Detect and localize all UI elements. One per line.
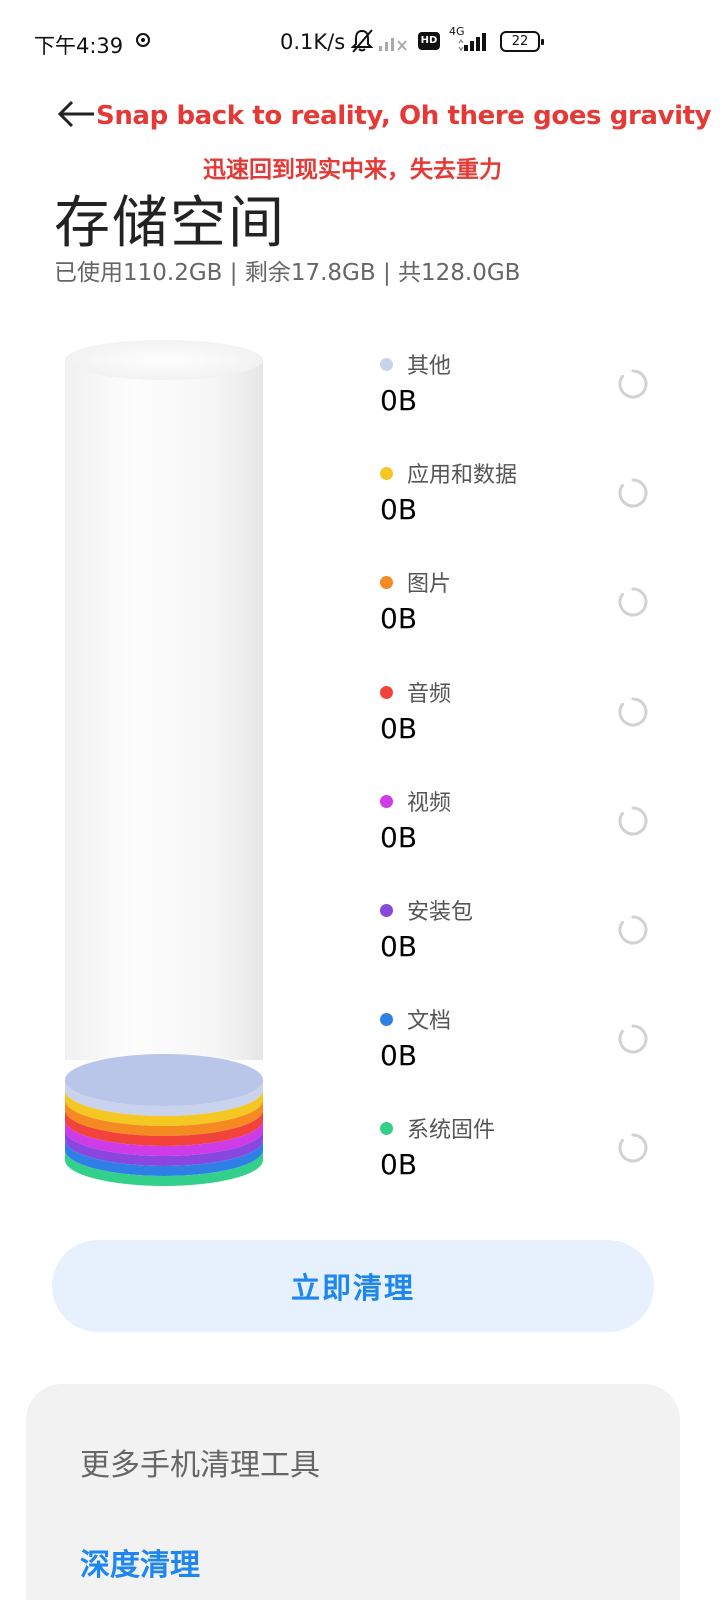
hd-icon: HD	[418, 32, 440, 50]
category-size: 0B	[380, 1148, 418, 1182]
loading-spinner-icon	[618, 369, 648, 399]
category-item[interactable]: 应用和数据 0B	[380, 455, 670, 564]
deep-clean-link[interactable]: 深度清理	[80, 1540, 200, 1584]
battery-icon: 22	[500, 31, 544, 52]
category-size: 0B	[380, 711, 418, 745]
category-size: 0B	[380, 1039, 418, 1073]
tools-card-title: 更多手机清理工具	[80, 1448, 320, 1483]
category-color-dot	[380, 358, 393, 371]
category-color-dot	[380, 576, 393, 590]
category-color-dot	[380, 903, 393, 917]
category-item[interactable]: 其他 0B	[380, 346, 670, 455]
category-label: 其他	[407, 354, 452, 379]
signal-4g-icon	[458, 33, 486, 52]
category-item[interactable]: 图片 0B	[380, 564, 670, 673]
loading-spinner-icon	[618, 478, 648, 508]
clean-now-button[interactable]: 立即清理	[52, 1240, 654, 1332]
arrow-left-icon[interactable]	[56, 96, 96, 132]
category-label: 视频	[407, 790, 452, 816]
category-item[interactable]: 文档 0B	[380, 1001, 670, 1110]
storage-summary: 已使用110.2GB | 剩余17.8GB | 共128.0GB	[54, 260, 521, 286]
cylinder-tube	[65, 360, 263, 1060]
network-speed: 0.1K/s	[280, 30, 346, 54]
category-color-dot	[380, 1122, 393, 1136]
category-label: 图片	[407, 572, 452, 598]
loading-spinner-icon	[618, 1133, 648, 1163]
category-item[interactable]: 安装包 0B	[380, 892, 670, 1001]
category-size: 0B	[380, 493, 418, 527]
category-label: 音频	[407, 681, 452, 707]
annotation-english: Snap back to reality, Oh there goes grav…	[96, 101, 712, 131]
loading-spinner-icon	[618, 587, 648, 617]
bell-muted-icon	[350, 29, 374, 53]
status-time: 下午4:39	[34, 34, 124, 58]
category-label: 文档	[407, 1009, 452, 1035]
app-notification-icon	[136, 33, 150, 47]
signal-x-icon	[379, 38, 407, 51]
category-color-dot	[380, 794, 393, 808]
category-size: 0B	[380, 602, 418, 636]
tools-card: 更多手机清理工具 深度清理	[26, 1384, 680, 1600]
category-color-dot	[380, 467, 393, 481]
loading-spinner-icon	[618, 697, 648, 727]
category-list: 其他 0B 应用和数据 0B 图片 0B 音频 0B 视频 0B 安装包 0B 文档 0B 系统固件 0B	[380, 346, 670, 1220]
loading-spinner-icon	[618, 915, 648, 945]
category-size: 0B	[380, 820, 418, 854]
category-label: 系统固件	[407, 1118, 496, 1144]
category-color-dot	[380, 685, 393, 699]
cylinder-stack-top	[65, 1054, 263, 1106]
category-size: 0B	[380, 929, 418, 963]
category-label: 应用和数据	[407, 463, 518, 489]
category-size: 0B	[380, 384, 418, 417]
category-item[interactable]: 视频 0B	[380, 783, 670, 892]
category-item[interactable]: 音频 0B	[380, 674, 670, 783]
status-bar: 下午4:39 0.1K/s HD 4G 22	[0, 0, 720, 84]
cylinder-top	[65, 340, 263, 380]
page-title: 存储空间	[54, 191, 286, 256]
category-color-dot	[380, 1013, 393, 1027]
storage-cylinder	[65, 340, 263, 1186]
category-item[interactable]: 系统固件 0B	[380, 1110, 670, 1219]
loading-spinner-icon	[618, 1024, 648, 1054]
cylinder-stack	[65, 1054, 263, 1186]
storage-page: 下午4:39 0.1K/s HD 4G 22 Snap back to real…	[0, 0, 720, 1600]
category-label: 安装包	[407, 899, 474, 925]
loading-spinner-icon	[618, 806, 648, 836]
